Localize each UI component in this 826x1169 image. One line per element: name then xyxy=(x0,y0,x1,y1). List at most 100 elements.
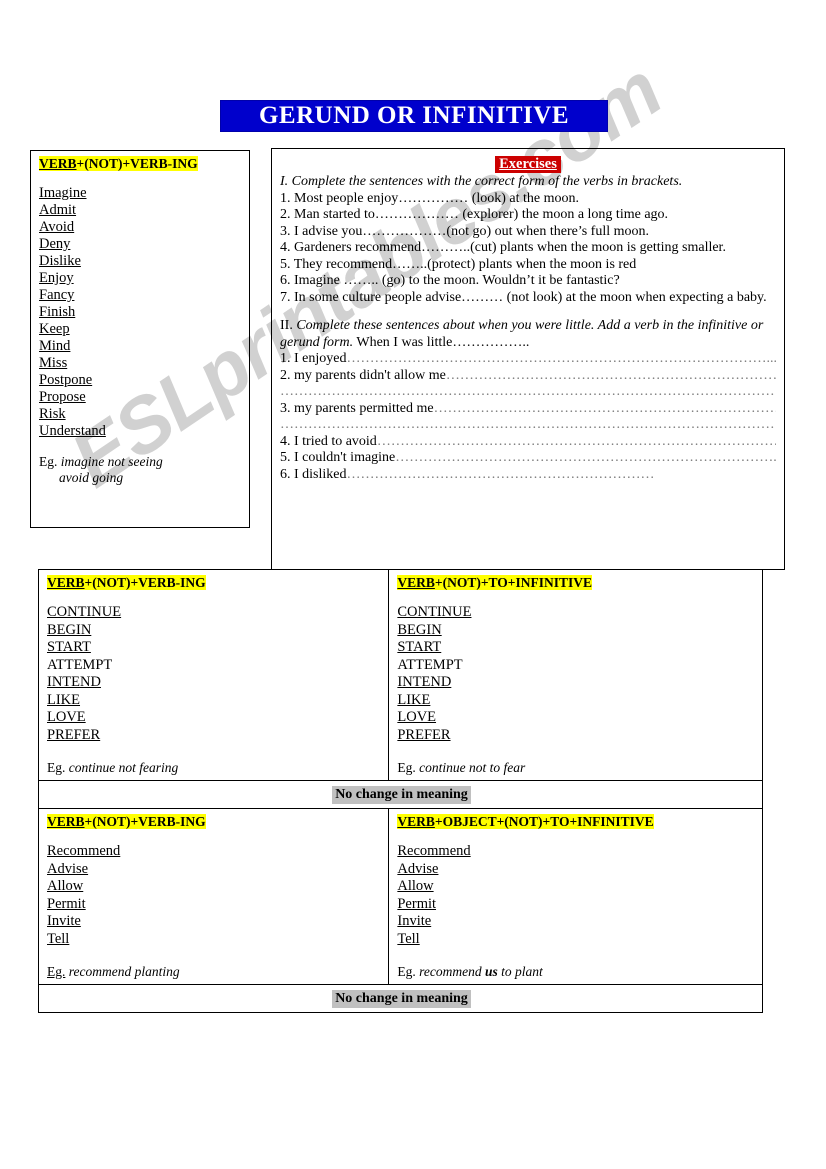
exercise-1-items: 1. Most people enjoy…………… (look) at the … xyxy=(280,191,776,307)
verb-item: PREFER xyxy=(47,726,101,743)
exercises-heading-wrap: Exercises xyxy=(280,155,776,173)
verb-item: INTEND xyxy=(397,674,452,690)
verb-item: Permit xyxy=(47,895,86,912)
page-title-banner: GERUND OR INFINITIVE xyxy=(220,100,608,132)
gerund-verb-panel: VERB+(NOT)+VERB-ING Imagine Admit Avoid Den… xyxy=(30,150,250,528)
blank-line-prompt: 3. my parents permitted me xyxy=(280,400,434,416)
exercise-blank-line: ………………………………………………………………………………………………. xyxy=(280,384,776,399)
exercise-2-instruction: II. Complete these sentences about when … xyxy=(280,318,776,351)
heading-verb-word: VERB xyxy=(47,814,85,829)
exercise-item: 1. Most people enjoy…………… (look) at the … xyxy=(280,190,580,206)
table-row: VERB+(NOT)+VERB-ING Recommend Advise Allow… xyxy=(37,808,763,985)
verb-item: Advise xyxy=(47,860,89,877)
verb-item: Understand xyxy=(39,423,106,439)
verb-item: Allow xyxy=(47,878,84,894)
example-label: Eg. xyxy=(47,964,66,979)
exercise-blank-line: ………………………………………………………………………………………………. xyxy=(280,417,776,432)
blank-line-dots: …………………………………………………………………………… xyxy=(376,433,776,449)
verb-item: CONTINUE xyxy=(47,604,122,620)
verb-item: ATTEMPT xyxy=(397,656,463,673)
verb-item: Enjoy xyxy=(39,270,74,286)
example-text: continue not fearing xyxy=(68,760,179,775)
verb-item: START xyxy=(47,639,91,655)
table-row: VERB+(NOT)+VERB-ING CONTINUE BEGIN START AT… xyxy=(37,569,763,781)
heading-remainder: +(NOT)+TO+INFINITIVE xyxy=(434,575,592,590)
exercise-blank-line: 5. I couldn't imagine…………………………………………………… xyxy=(280,450,776,467)
heading-remainder: +(NOT)+VERB-ING xyxy=(76,156,198,171)
verb-item: Finish xyxy=(39,304,76,320)
exercises-panel: Exercises I. Complete the sentences with… xyxy=(271,148,785,570)
verb-item: Propose xyxy=(39,389,86,405)
no-change-label: No change in meaning xyxy=(332,786,471,804)
exercise-item: 2. Man started to……………… (explorer) the m… xyxy=(280,207,669,222)
example-block: Eg. continue not to fear xyxy=(397,760,756,776)
exercise-blank-line: 4. I tried to avoid………………………………………………………… xyxy=(280,434,776,451)
exercise-blank-line: 3. my parents permitted me……………………………………… xyxy=(280,401,776,418)
exercise-item: 7. In some culture people advise……… (not… xyxy=(280,289,767,305)
verb-item: Allow xyxy=(397,878,434,894)
verb-item: Dislike xyxy=(39,253,81,269)
heading-remainder: +(NOT)+VERB-ING xyxy=(84,814,206,829)
verb-item: Invite xyxy=(47,913,81,929)
blank-line-dots: ………………………………………………………… xyxy=(346,466,655,482)
verb-item: Deny xyxy=(39,236,71,252)
heading-verb-word: VERB xyxy=(397,814,435,829)
blank-line-prompt: 2. my parents didn't allow me xyxy=(280,367,446,383)
example-line-1: imagine not seeing xyxy=(60,454,163,469)
example-text-pre: recommend xyxy=(419,964,485,979)
blank-line-dots: ………………………………………………………………………………..... xyxy=(346,351,776,366)
example-block: Eg. recommend us to plant xyxy=(397,964,756,980)
verb-item: LOVE xyxy=(397,709,437,725)
blank-line-dots: ……………………………………………………………… xyxy=(445,367,776,383)
cell-heading: VERB+(NOT)+TO+INFINITIVE xyxy=(397,574,756,592)
verb-item: Invite xyxy=(397,913,432,929)
cell-heading: VERB+OBJECT+(NOT)+TO+INFINITIVE xyxy=(397,813,756,831)
no-change-banner-row1: No change in meaning xyxy=(38,780,763,809)
verb-list: CONTINUE BEGIN START ATTEMPT INTEND LIKE LOVE P… xyxy=(397,604,756,744)
verb-item: PREFER xyxy=(397,726,451,743)
verb-item: LOVE xyxy=(47,709,86,725)
example-label: Eg. xyxy=(47,760,66,775)
verb-list: CONTINUE BEGIN START ATTEMPT INTEND LIKE LOVE P… xyxy=(47,604,382,744)
no-change-banner-row2: No change in meaning xyxy=(38,984,763,1013)
verb-list: Imagine Admit Avoid Deny Dislike Enjoy Fancy Fi… xyxy=(39,185,243,440)
verb-item: Mind xyxy=(39,338,71,354)
verb-item: Tell xyxy=(397,930,420,947)
verb-item: Fancy xyxy=(39,287,75,303)
example-text-object: us xyxy=(484,964,498,979)
cell-row1-left: VERB+(NOT)+VERB-ING CONTINUE BEGIN START AT… xyxy=(37,569,390,781)
exercise-blank-line: 6. I disliked………………………………………………………… xyxy=(280,467,776,484)
blank-line-prompt: 5. I couldn't imagine xyxy=(280,450,396,465)
heading-verb-word: VERB xyxy=(47,575,85,590)
verb-item: BEGIN xyxy=(397,621,442,638)
verb-item: Advise xyxy=(397,860,439,877)
cell-row1-right: VERB+(NOT)+TO+INFINITIVE CONTINUE BEGIN ST… xyxy=(388,569,763,781)
verb-item: Avoid xyxy=(39,219,75,235)
verb-item: Miss xyxy=(39,355,68,371)
verb-item: START xyxy=(397,639,442,655)
exercise-blank-line: 1. I enjoyed…………………………………………………………………………… xyxy=(280,351,776,368)
blank-line-prompt: 1. I enjoyed xyxy=(280,351,347,366)
verb-item: Permit xyxy=(397,895,437,912)
cell-heading: VERB+(NOT)+VERB-ING xyxy=(47,813,382,831)
verb-item: Admit xyxy=(39,202,77,218)
verb-item: Recommend xyxy=(47,843,121,859)
example-text: recommend planting xyxy=(68,964,180,979)
example-label: Eg. xyxy=(397,964,416,979)
verb-item: Risk xyxy=(39,406,66,422)
verb-item: ATTEMPT xyxy=(47,656,113,673)
heading-remainder: +(NOT)+VERB-ING xyxy=(84,575,206,590)
verb-item: BEGIN xyxy=(47,621,92,638)
exercise-1-instruction: I. Complete the sentences with the corre… xyxy=(280,174,683,189)
page-title: GERUND OR INFINITIVE xyxy=(258,102,570,129)
verb-item: LIKE xyxy=(47,691,81,708)
example-label: Eg. xyxy=(397,760,416,775)
example-block: Eg. recommend planting xyxy=(47,964,382,980)
exercise-item: 3. I advise you………………(not go) out when t… xyxy=(280,223,650,239)
example-label: Eg. xyxy=(39,454,58,469)
exercise-item: 4. Gardeners recommend………..(cut) plants … xyxy=(280,240,726,255)
blank-line-dots: ……………………………………………………………………….. xyxy=(395,450,776,465)
verb-list: Recommend Advise Allow Permit Invite Tell xyxy=(47,843,382,948)
cell-row2-left: VERB+(NOT)+VERB-ING Recommend Advise Allow… xyxy=(37,808,390,985)
exercises-heading: Exercises xyxy=(495,156,561,173)
